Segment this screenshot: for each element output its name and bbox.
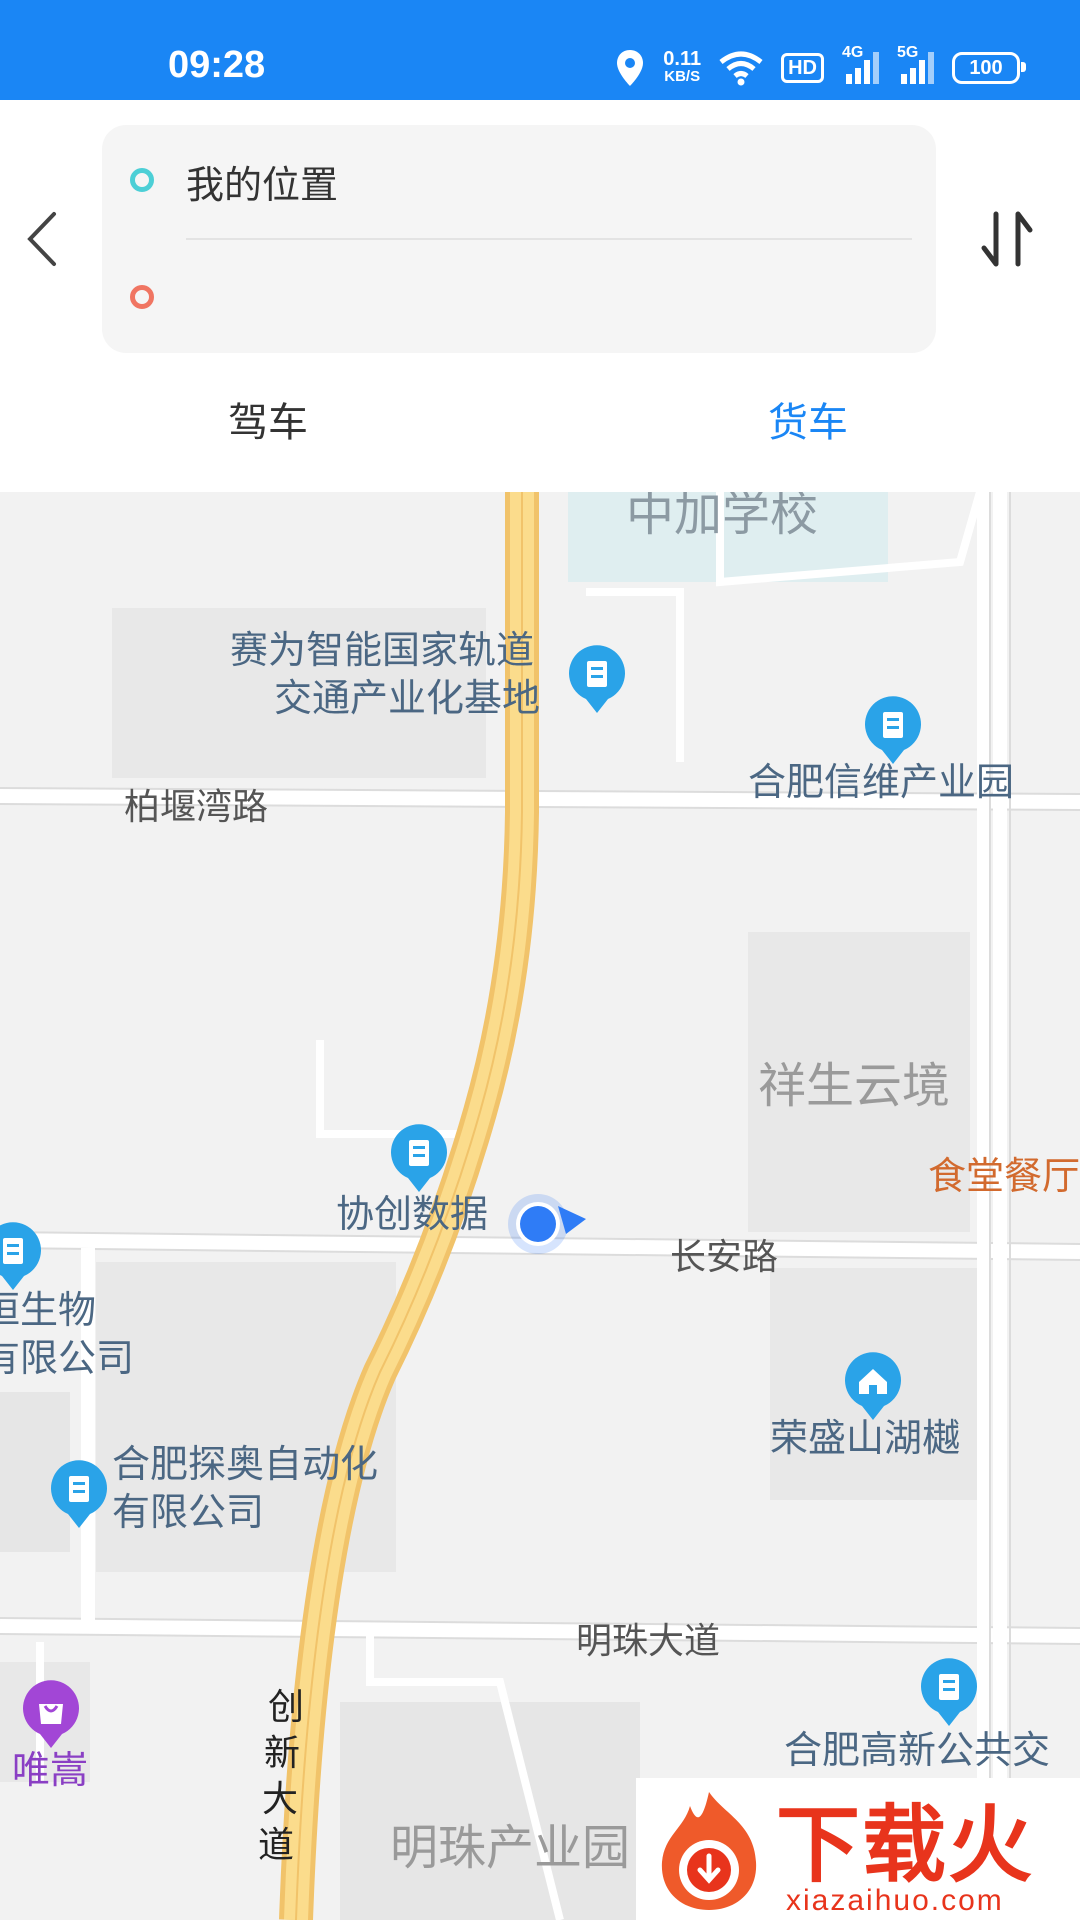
poi-label: 协创数据 [336, 1192, 489, 1236]
start-location-input[interactable] [186, 155, 906, 215]
net-speed-value: 0.11 [663, 48, 702, 70]
destination-input[interactable] [186, 243, 906, 303]
building-pin-icon[interactable] [918, 1658, 980, 1730]
poi-label: 恒生物 [0, 1288, 97, 1332]
poi-label: 交通产业化基地 [274, 676, 541, 720]
map-view[interactable]: 中加学校 赛为智能国家轨道 交通产业化基地 合肥信维产业园 协创数据 食堂餐厅 … [0, 492, 1080, 1920]
wifi-icon [719, 51, 763, 86]
swap-route-icon[interactable] [972, 204, 1042, 274]
watermark-title: 下载火 [776, 1796, 1035, 1894]
signal-4g-icon: 4G [842, 44, 879, 84]
end-dot-icon [130, 285, 154, 309]
poi-label: 赛为智能国家轨道 [230, 628, 535, 672]
net-speed-unit: KB/S [664, 68, 701, 85]
poi-label: 中加学校 [626, 492, 819, 542]
poi-label: 唯嵩 [12, 1748, 89, 1792]
poi-label: 荣盛山湖樾 [770, 1416, 961, 1460]
hd-badge: HD [781, 53, 824, 83]
road-label: 新 [264, 1733, 301, 1774]
road-label: 柏堰湾路 [124, 787, 269, 828]
poi-label: 合肥高新公共交 [784, 1728, 1051, 1772]
poi-label: 有限公司 [112, 1490, 265, 1534]
building-pin-icon[interactable] [388, 1124, 450, 1196]
shopping-pin-icon[interactable] [20, 1680, 82, 1752]
back-arrow-icon[interactable] [18, 204, 68, 274]
poi-label: 有限公司 [0, 1336, 135, 1380]
tab-truck[interactable]: 货车 [768, 390, 848, 448]
building-pin-icon[interactable] [48, 1460, 110, 1532]
area-label: 祥生云境 [758, 1058, 951, 1114]
road-label: 道 [258, 1825, 295, 1866]
signal-4g-label: 4G [842, 44, 864, 61]
area-label: 明珠产业园 [390, 1820, 631, 1876]
route-divider [186, 238, 912, 240]
flame-logo-icon [661, 1792, 757, 1910]
road-label: 明珠大道 [576, 1621, 721, 1662]
building-pin-icon[interactable] [0, 1222, 44, 1294]
signal-5g-icon: 5G [897, 44, 934, 84]
status-icons: 0.11 KB/S HD 4G 5G 100 [615, 44, 1026, 88]
net-speed: 0.11 KB/S [663, 48, 702, 86]
poi-label: 合肥探奥自动化 [112, 1442, 379, 1486]
road-label: 创 [268, 1687, 305, 1728]
status-time: 09:28 [168, 44, 266, 86]
watermark-url: xiazaihuo.com [786, 1884, 1004, 1917]
signal-5g-label: 5G [897, 44, 919, 61]
road-label: 长安路 [670, 1237, 779, 1278]
route-header: 驾车 货车 [0, 100, 1080, 492]
tab-drive[interactable]: 驾车 [228, 390, 308, 448]
poi-label: 合肥信维产业园 [748, 760, 1015, 804]
location-icon [617, 50, 644, 86]
status-bar: 09:28 0.11 KB/S HD 4G 5G 100 [0, 0, 1080, 100]
battery-level: 100 [969, 56, 1003, 79]
route-input-box [102, 125, 936, 353]
watermark: 下载火 xiazaihuo.com [636, 1778, 1080, 1920]
battery-icon: 100 [952, 52, 1026, 84]
poi-label: 食堂餐厅 [928, 1154, 1080, 1198]
road-label: 大 [262, 1779, 299, 1820]
building-pin-icon[interactable] [566, 645, 628, 717]
start-dot-icon [130, 168, 154, 192]
